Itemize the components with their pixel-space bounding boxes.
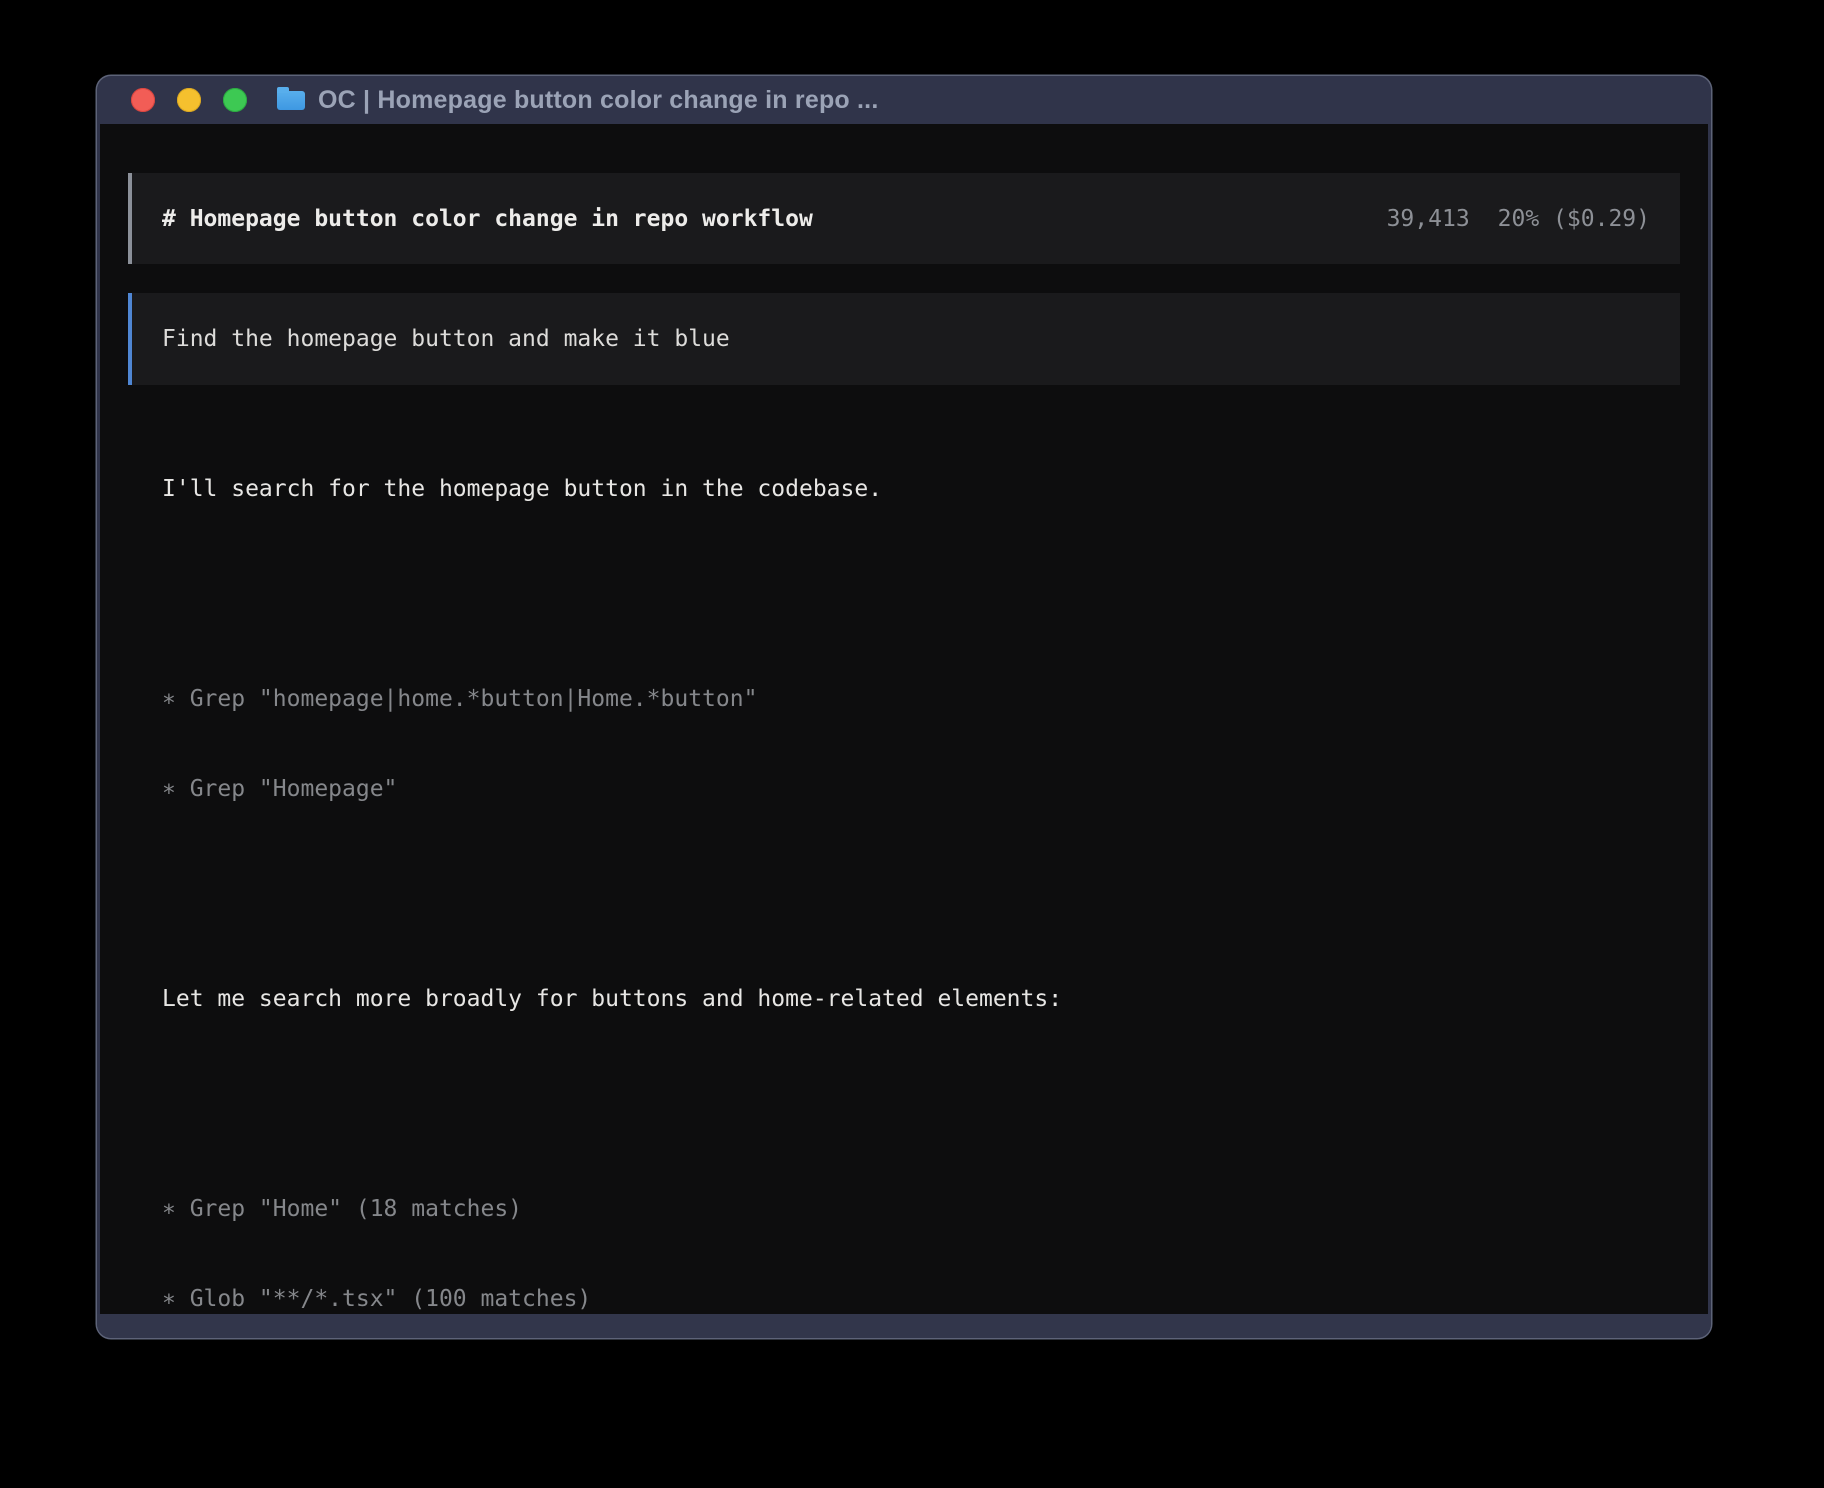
user-message-text: Find the homepage button and make it blu…	[162, 324, 730, 354]
window-title: OC | Homepage button color change in rep…	[318, 86, 878, 115]
tool-call-grep: ∗ Grep "Home" (18 matches)	[162, 1194, 1680, 1224]
tool-call-grep: ∗ Grep "homepage|home.*button|Home.*butt…	[162, 684, 1680, 714]
folder-icon	[277, 91, 305, 110]
window-controls	[131, 88, 247, 112]
zoom-button[interactable]	[223, 88, 247, 112]
tool-call-glob: ∗ Glob "**/*.tsx" (100 matches)	[162, 1284, 1680, 1314]
minimize-button[interactable]	[177, 88, 201, 112]
assistant-text: I'll search for the homepage button in t…	[162, 474, 1680, 504]
session-stats: 39,413 20% ($0.29)	[1387, 204, 1650, 234]
terminal-content: # Homepage button color change in repo w…	[100, 124, 1708, 1314]
tool-call-group: ∗ Grep "Home" (18 matches) ∗ Glob "**/*.…	[162, 1134, 1680, 1314]
tool-call-group: ∗ Grep "homepage|home.*button|Home.*butt…	[162, 624, 1680, 864]
transcript: I'll search for the homepage button in t…	[128, 385, 1680, 1314]
context-cost: 20% ($0.29)	[1498, 204, 1650, 234]
close-button[interactable]	[131, 88, 155, 112]
terminal-window: OC | Homepage button color change in rep…	[97, 76, 1711, 1338]
tool-call-grep: ∗ Grep "Homepage"	[162, 774, 1680, 804]
title-bar: OC | Homepage button color change in rep…	[97, 76, 1711, 124]
token-count: 39,413	[1387, 204, 1470, 234]
session-title: # Homepage button color change in repo w…	[162, 204, 813, 234]
window-bottom-edge	[97, 1314, 1711, 1338]
assistant-text: Let me search more broadly for buttons a…	[162, 984, 1680, 1014]
session-header: # Homepage button color change in repo w…	[128, 173, 1680, 264]
user-message: Find the homepage button and make it blu…	[128, 293, 1680, 385]
